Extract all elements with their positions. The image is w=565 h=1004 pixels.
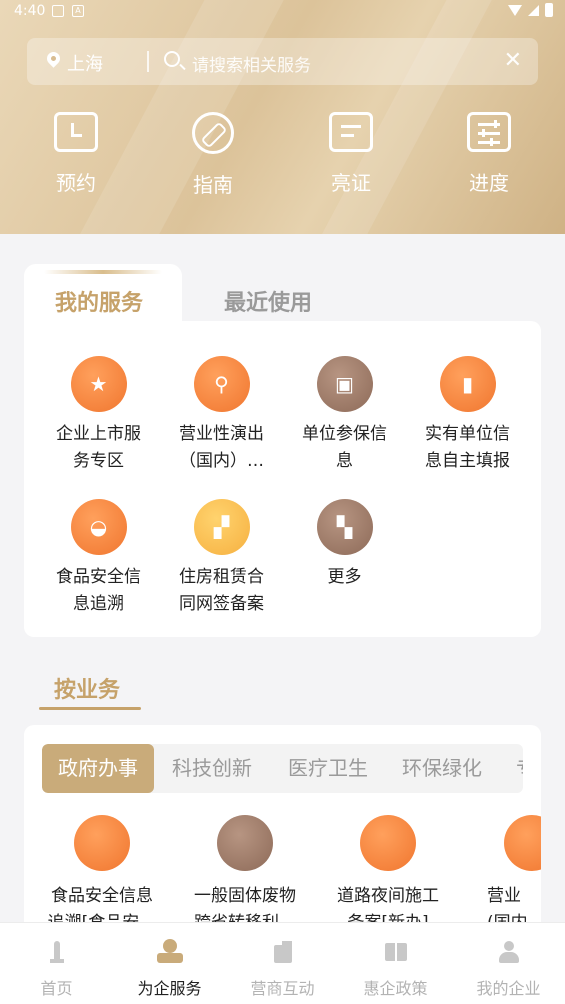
category-tabs: 政府办事 科技创新 医疗卫生 环保绿化 专 (42, 744, 523, 793)
service-label: 实有单位信 息自主填报 (425, 424, 510, 471)
nav-my-enterprise[interactable]: 我的企业 (452, 923, 565, 1004)
close-icon[interactable]: ✕ (504, 48, 522, 73)
category-tab-more[interactable]: 专 (516, 744, 523, 793)
wifi-icon (508, 4, 522, 16)
service-item[interactable]: ⚲ 营业性演出 （国内）… (160, 356, 283, 475)
magnifier-icon (504, 815, 541, 871)
business-item[interactable]: 一般固体废物 跨省转移利… (175, 815, 315, 937)
quick-action-label: 预约 (56, 171, 96, 195)
nav-label: 营商互动 (250, 979, 315, 998)
book-icon (383, 939, 409, 965)
service-label: 食品安全信 息追溯 (56, 567, 141, 614)
person-icon (496, 939, 522, 965)
building-icon (270, 939, 296, 965)
service-item[interactable]: ◒ 食品安全信 息追溯 (37, 499, 160, 618)
stamp-icon (156, 939, 183, 965)
tab-highlight (44, 270, 162, 274)
section-title-by-business: 按业务 (54, 678, 121, 703)
nav-label: 惠企政策 (363, 979, 428, 998)
category-tab-government[interactable]: 政府办事 (42, 744, 154, 793)
document-icon (329, 112, 373, 152)
category-tab-environment[interactable]: 环保绿化 (402, 744, 482, 793)
star-flag-icon: ★ (70, 356, 127, 412)
service-item[interactable]: ★ 企业上市服 务专区 (37, 356, 160, 475)
quick-action-show-license[interactable]: 亮证 (311, 112, 391, 196)
status-time: 4:40 (14, 3, 46, 19)
sliders-icon (467, 112, 511, 152)
service-label: 住房租赁合 同网签备案 (179, 567, 264, 614)
nav-label: 我的企业 (476, 979, 541, 998)
quick-action-progress[interactable]: 进度 (449, 112, 529, 196)
location-pin-icon (44, 49, 63, 68)
service-label: 企业上市服 务专区 (56, 424, 141, 471)
quick-action-appointment[interactable]: 预约 (36, 112, 116, 196)
grid-more-icon: ▚ (316, 499, 373, 555)
bottom-tab-bar: 首页 为企服务 营商互动 惠企政策 我的企业 (0, 922, 565, 1004)
city-selector[interactable]: 上海 (67, 50, 103, 76)
quick-action-label: 指南 (193, 173, 233, 197)
bookmark-icon: ▮ (439, 356, 496, 412)
section-underline (39, 707, 141, 710)
calendar-clock-icon (54, 112, 98, 152)
nav-label: 为企服务 (137, 979, 202, 998)
business-panel: 政府办事 科技创新 医疗卫生 环保绿化 专 食品安全信息 追溯[食品安… 一般固… (24, 725, 541, 945)
search-icon (164, 51, 180, 67)
category-tab-tech[interactable]: 科技创新 (172, 744, 252, 793)
quick-action-label: 进度 (469, 171, 509, 195)
nav-enterprise-service[interactable]: 为企服务 (113, 923, 226, 1004)
hexagon-recycle-icon (217, 815, 273, 871)
meat-icon (74, 815, 130, 871)
business-item[interactable]: 道路夜间施工 备案[新办] (318, 815, 458, 937)
nav-home[interactable]: 首页 (0, 923, 113, 1004)
status-bar: 4:40 A (0, 0, 565, 26)
quick-action-guide[interactable]: 指南 (173, 112, 253, 198)
service-label: 单位参保信 息 (302, 424, 387, 471)
search-divider (147, 51, 149, 72)
search-bar[interactable]: 上海 请搜索相关服务 ✕ (27, 38, 538, 85)
nav-business-interaction[interactable]: 营商互动 (226, 923, 339, 1004)
service-item[interactable]: ▣ 单位参保信 息 (283, 356, 406, 475)
tab-label: 我的服务 (55, 291, 144, 316)
blocks-icon: ▞ (193, 499, 250, 555)
tab-recently-used[interactable]: 最近使用 (224, 285, 312, 317)
tools-icon (360, 815, 416, 871)
compass-icon (192, 112, 234, 154)
header-banner: 4:40 A 上海 请搜索相关服务 ✕ 预约 指南 亮证 进度 (0, 0, 565, 234)
service-more[interactable]: ▚ 更多 (283, 499, 406, 591)
business-item[interactable]: 食品安全信息 追溯[食品安… (32, 815, 172, 937)
tower-icon (44, 939, 70, 965)
magnifier-icon: ⚲ (193, 356, 250, 412)
id-card-icon: ▣ (316, 356, 373, 412)
service-item[interactable]: ▮ 实有单位信 息自主填报 (406, 356, 529, 475)
nav-label: 首页 (40, 979, 73, 998)
nav-policy[interactable]: 惠企政策 (339, 923, 452, 1004)
business-item[interactable]: 营业 (国内 (461, 815, 541, 937)
cellular-signal-icon (528, 4, 539, 16)
service-label: 更多 (327, 567, 362, 587)
search-input[interactable]: 请搜索相关服务 (192, 51, 311, 76)
app-notification-icon: A (72, 5, 84, 17)
gallery-notification-icon (52, 5, 64, 17)
tab-my-services[interactable]: 我的服务 (24, 264, 182, 328)
service-item[interactable]: ▞ 住房租赁合 同网签备案 (160, 499, 283, 618)
meat-icon: ◒ (70, 499, 127, 555)
my-services-panel: ★ 企业上市服 务专区 ⚲ 营业性演出 （国内）… ▣ 单位参保信 息 ▮ 实有… (24, 321, 541, 637)
service-label: 营业性演出 （国内）… (179, 424, 264, 471)
category-tab-medical[interactable]: 医疗卫生 (288, 744, 368, 793)
quick-action-label: 亮证 (331, 171, 371, 195)
battery-icon (545, 3, 553, 17)
